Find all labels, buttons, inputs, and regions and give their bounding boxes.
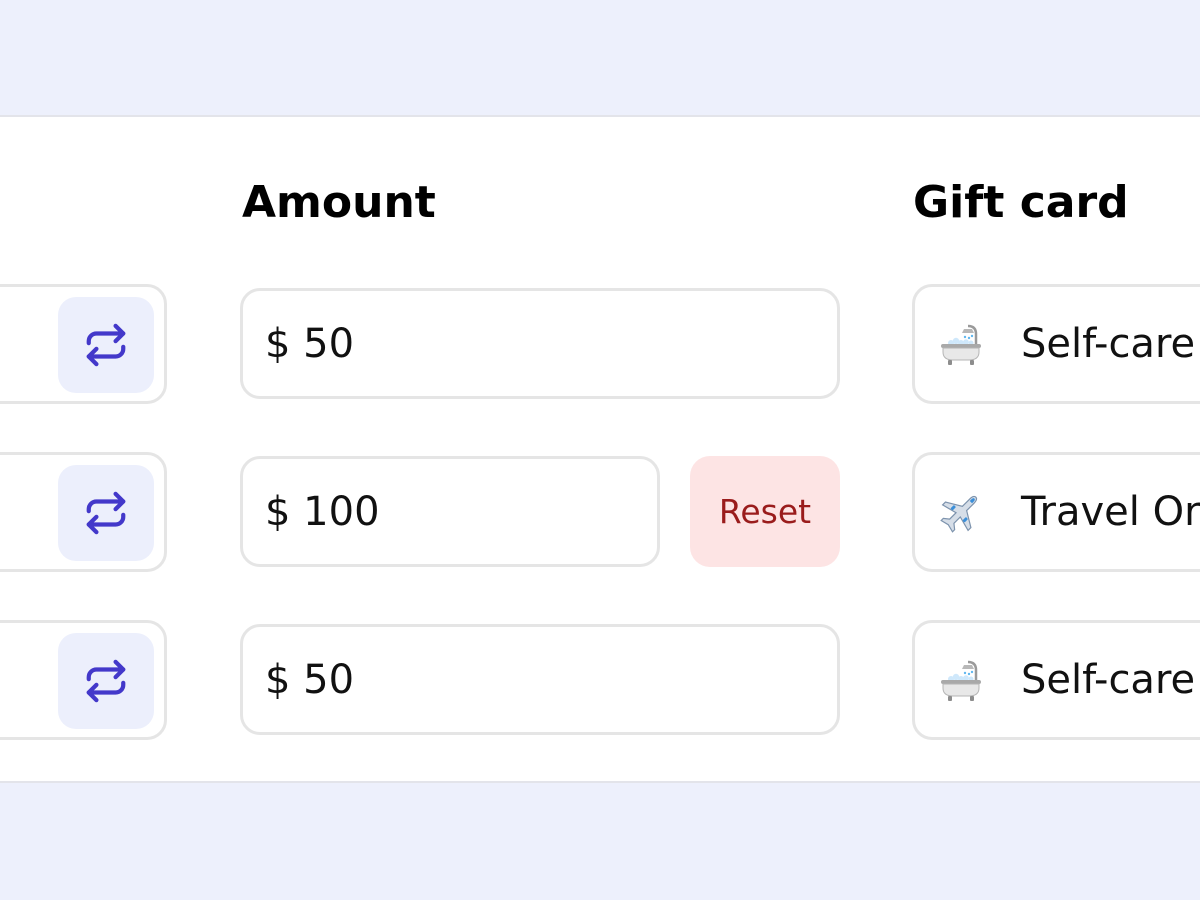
swap-arrows-icon bbox=[86, 323, 126, 367]
airplane-icon bbox=[940, 495, 978, 533]
gift-card-label: Self-care bbox=[1021, 321, 1196, 367]
amount-column-header: Amount bbox=[242, 177, 436, 228]
swap-arrows-icon bbox=[86, 491, 126, 535]
bathtub-icon bbox=[941, 660, 981, 701]
gift-allocation-panel: Amount Gift card $ 50 Self-care $ 100 Re… bbox=[0, 115, 1200, 783]
gift-card-column-header: Gift card bbox=[913, 177, 1129, 228]
reset-button[interactable]: Reset bbox=[690, 456, 840, 567]
recipient-field-2[interactable] bbox=[0, 452, 167, 572]
gift-card-label: Self-care bbox=[1021, 657, 1196, 703]
swap-arrows-icon bbox=[86, 659, 126, 703]
bathtub-icon bbox=[941, 324, 981, 365]
recipient-field-3[interactable] bbox=[0, 620, 167, 740]
swap-button-3[interactable] bbox=[58, 633, 154, 729]
swap-button-1[interactable] bbox=[58, 297, 154, 393]
amount-input-1[interactable]: $ 50 bbox=[240, 288, 840, 399]
gift-card-select-3[interactable]: Self-care bbox=[912, 620, 1200, 740]
gift-card-select-1[interactable]: Self-care bbox=[912, 284, 1200, 404]
amount-input-3[interactable]: $ 50 bbox=[240, 624, 840, 735]
recipient-field-1[interactable] bbox=[0, 284, 167, 404]
gift-card-select-2[interactable]: Travel Or bbox=[912, 452, 1200, 572]
amount-input-2[interactable]: $ 100 bbox=[240, 456, 660, 567]
swap-button-2[interactable] bbox=[58, 465, 154, 561]
gift-card-label: Travel Or bbox=[1021, 489, 1200, 535]
